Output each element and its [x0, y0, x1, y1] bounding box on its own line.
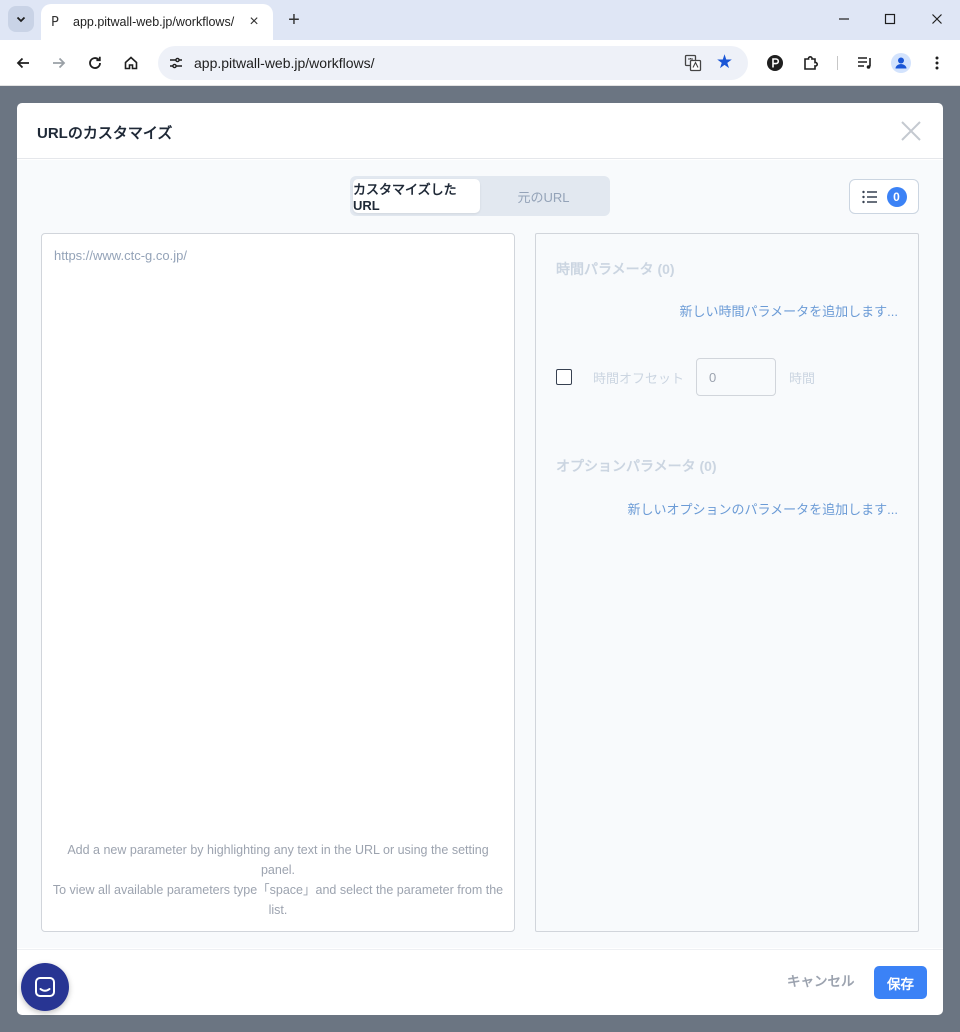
- back-button[interactable]: [11, 51, 35, 75]
- time-params-title: 時間パラメータ (0): [556, 261, 675, 277]
- bookmark-star-icon[interactable]: ★: [716, 51, 733, 73]
- parameter-count-badge: 0: [886, 186, 907, 207]
- time-offset-label: 時間オフセット: [593, 370, 685, 386]
- forward-button[interactable]: [47, 51, 71, 75]
- kebab-menu-icon: [935, 56, 939, 70]
- tab-title: app.pitwall-web.jp/workflows/: [73, 15, 235, 29]
- avatar-icon: [891, 53, 911, 73]
- settings-panel: 時間パラメータ (0) 新しい時間パラメータを追加します... 時間オフセット …: [535, 233, 919, 932]
- extension-p-icon: [767, 55, 783, 71]
- close-icon: [932, 14, 942, 24]
- modal-footer: キャンセル 保存: [17, 949, 943, 1015]
- editor-hint: Add a new parameter by highlighting any …: [52, 840, 504, 920]
- modal-body: カスタマイズしたURL 元のURL 0 https://www.ctc-g.co…: [17, 160, 943, 948]
- translate-icon[interactable]: [684, 54, 702, 72]
- browser-menu-button[interactable]: [925, 51, 949, 75]
- arrow-left-icon: [16, 57, 29, 69]
- browser-toolbar: app.pitwall-web.jp/workflows/ ★: [0, 40, 960, 86]
- reload-icon: [89, 56, 101, 69]
- save-button[interactable]: 保存: [874, 966, 927, 999]
- url-view-toggle: カスタマイズしたURL 元のURL: [350, 176, 610, 216]
- tab-original-url[interactable]: 元のURL: [480, 179, 607, 213]
- puzzle-icon: [804, 56, 818, 70]
- close-icon[interactable]: [899, 119, 923, 143]
- time-offset-checkbox[interactable]: [556, 369, 572, 385]
- playlist-icon: [858, 57, 871, 69]
- cancel-button[interactable]: キャンセル: [787, 970, 855, 990]
- parameter-list-button[interactable]: 0: [849, 179, 919, 214]
- extensions-button[interactable]: [799, 51, 823, 75]
- time-offset-value: 0: [709, 369, 717, 385]
- customize-url-modal: URLのカスタマイズ カスタマイズしたURL 元のURL 0 https://w…: [17, 103, 943, 1015]
- time-offset-unit: 時間: [789, 370, 816, 386]
- chat-launcher-button[interactable]: [21, 963, 69, 1011]
- time-offset-input[interactable]: 0: [696, 358, 777, 396]
- extension-p-button[interactable]: [763, 51, 787, 75]
- time-offset-row: 時間オフセット 0 時間: [556, 358, 815, 396]
- browser-tab-bar: P app.pitwall-web.jp/workflows/ × +: [0, 0, 960, 40]
- minimize-button[interactable]: [832, 8, 856, 32]
- tab-customized-url[interactable]: カスタマイズしたURL: [353, 179, 480, 213]
- option-params-title: オプションパラメータ (0): [556, 458, 717, 474]
- minimize-icon: [839, 18, 849, 20]
- add-time-param-link[interactable]: 新しい時間パラメータを追加します...: [680, 301, 898, 320]
- browser-tab[interactable]: P app.pitwall-web.jp/workflows/ ×: [41, 4, 273, 40]
- arrow-right-icon: [53, 57, 66, 69]
- new-tab-button[interactable]: +: [284, 8, 304, 32]
- site-info-icon[interactable]: [168, 55, 184, 71]
- url-editor[interactable]: https://www.ctc-g.co.jp/ Add a new param…: [41, 233, 515, 932]
- hint-line-2: To view all available parameters type「sp…: [52, 883, 504, 917]
- maximize-icon: [884, 13, 896, 25]
- chevron-down-icon: [16, 16, 26, 23]
- add-option-param-link[interactable]: 新しいオプションのパラメータを追加します...: [628, 499, 898, 518]
- url-text[interactable]: https://www.ctc-g.co.jp/: [54, 248, 187, 263]
- chat-icon: [35, 977, 55, 997]
- home-button[interactable]: [119, 51, 143, 75]
- tab-close-icon[interactable]: ×: [245, 13, 263, 31]
- tab-search-button[interactable]: [8, 6, 34, 32]
- profile-button[interactable]: [889, 51, 913, 75]
- favicon-icon: P: [51, 14, 59, 30]
- list-icon: [861, 190, 877, 203]
- media-control-button[interactable]: [853, 51, 877, 75]
- maximize-button[interactable]: [878, 8, 902, 32]
- address-bar[interactable]: app.pitwall-web.jp/workflows/ ★: [158, 46, 748, 80]
- close-window-button[interactable]: [925, 8, 949, 32]
- address-url: app.pitwall-web.jp/workflows/: [194, 55, 375, 71]
- modal-header: URLのカスタマイズ: [17, 103, 943, 159]
- modal-title: URLのカスタマイズ: [37, 125, 173, 142]
- reload-button[interactable]: [83, 51, 107, 75]
- home-icon: [124, 56, 138, 70]
- toolbar-divider: [837, 56, 838, 70]
- hint-line-1: Add a new parameter by highlighting any …: [67, 843, 489, 877]
